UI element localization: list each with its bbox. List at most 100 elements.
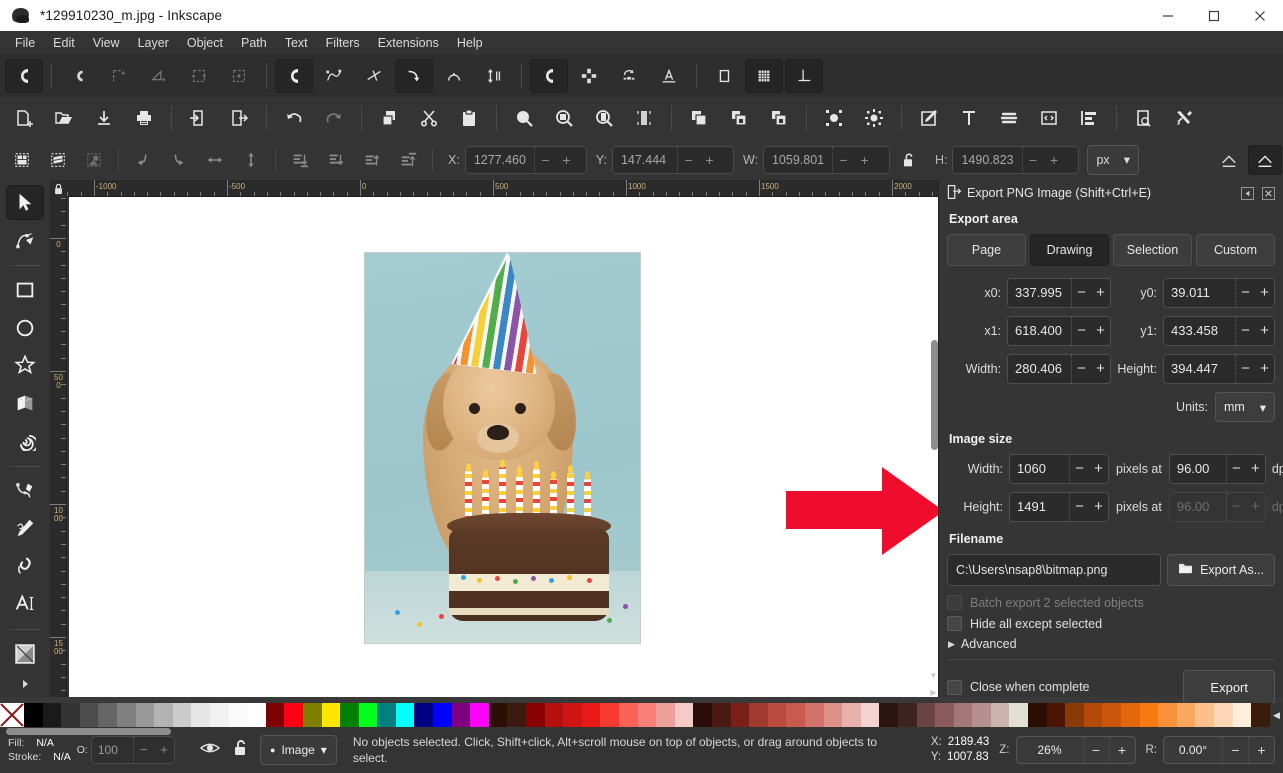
snap-bbox-centers[interactable] bbox=[220, 59, 258, 93]
palette-swatch[interactable] bbox=[358, 703, 378, 727]
palette-swatch[interactable] bbox=[953, 703, 973, 727]
palette-swatch[interactable] bbox=[972, 703, 991, 727]
save-document[interactable] bbox=[85, 101, 123, 135]
opacity-increment[interactable]: + bbox=[154, 737, 174, 763]
y0-decrement[interactable]: − bbox=[1236, 279, 1255, 307]
palette-swatch[interactable] bbox=[897, 703, 917, 727]
palette-swatch[interactable] bbox=[98, 703, 117, 727]
hide-all-except-selected-checkbox[interactable] bbox=[947, 616, 962, 631]
palette-swatch[interactable] bbox=[414, 703, 434, 727]
palette-swatch[interactable] bbox=[1139, 703, 1159, 727]
x0-increment[interactable]: + bbox=[1091, 279, 1110, 307]
box3d-tool[interactable] bbox=[6, 386, 44, 421]
palette-swatch[interactable] bbox=[377, 703, 396, 727]
text-tool-dialog[interactable] bbox=[950, 101, 988, 135]
snap-nodes-paths[interactable] bbox=[275, 58, 313, 93]
x1-field[interactable]: 618.400 − + bbox=[1007, 316, 1111, 346]
flip-vertical[interactable] bbox=[234, 145, 268, 175]
palette-swatch[interactable] bbox=[1214, 703, 1233, 727]
palette-swatch[interactable] bbox=[1083, 703, 1103, 727]
palette-swatch[interactable] bbox=[1028, 703, 1047, 727]
rotation-decrement[interactable]: − bbox=[1222, 737, 1248, 763]
selector-tool[interactable] bbox=[6, 185, 44, 220]
units-dropdown[interactable]: mm ▾ bbox=[1215, 392, 1275, 422]
more-tools-triangle-right-icon[interactable] bbox=[6, 674, 44, 694]
rotate-cw[interactable] bbox=[162, 145, 196, 175]
palette-swatch[interactable] bbox=[507, 703, 527, 727]
rectangle-tool[interactable] bbox=[6, 273, 44, 308]
snap-page-border[interactable] bbox=[705, 59, 743, 93]
opacity-decrement[interactable]: − bbox=[134, 737, 154, 763]
palette-swatch[interactable] bbox=[935, 703, 954, 727]
palette-swatch[interactable] bbox=[135, 703, 155, 727]
palette-swatch[interactable] bbox=[693, 703, 712, 727]
zoom-page-width[interactable] bbox=[625, 101, 663, 135]
scale-stroke-width[interactable] bbox=[1212, 145, 1246, 175]
snap-bounding-boxes[interactable] bbox=[60, 59, 98, 93]
image-width-increment[interactable]: + bbox=[1089, 455, 1108, 483]
palette-swatch[interactable] bbox=[265, 703, 285, 727]
new-document[interactable] bbox=[5, 101, 43, 135]
image-width-decrement[interactable]: − bbox=[1070, 455, 1089, 483]
palette-swatch[interactable] bbox=[656, 703, 675, 727]
menu-view[interactable]: View bbox=[84, 33, 129, 53]
undo[interactable] bbox=[275, 101, 313, 135]
palette-swatch[interactable] bbox=[674, 703, 694, 727]
snap-bbox-edge-midpoints[interactable] bbox=[180, 59, 218, 93]
x-field[interactable]: 1277.460 − + bbox=[464, 145, 587, 174]
palette-swatch[interactable] bbox=[340, 703, 359, 727]
palette-swatch[interactable] bbox=[470, 703, 489, 727]
color-palette[interactable] bbox=[0, 703, 1283, 727]
h-field-increment[interactable]: + bbox=[1044, 147, 1065, 173]
palette-swatch[interactable] bbox=[749, 703, 768, 727]
x1-increment[interactable]: + bbox=[1091, 317, 1110, 345]
palette-swatch[interactable] bbox=[990, 703, 1010, 727]
area-width-increment[interactable]: + bbox=[1091, 355, 1110, 383]
image-width-field[interactable]: 1060 − + bbox=[1009, 454, 1109, 484]
w-field-decrement[interactable]: − bbox=[833, 147, 854, 173]
rotation-field[interactable]: 0.00° − + bbox=[1163, 736, 1275, 764]
area-tab-page[interactable]: Page bbox=[947, 234, 1026, 266]
palette-swatch[interactable] bbox=[823, 703, 843, 727]
palette-swatch[interactable] bbox=[804, 703, 824, 727]
palette-swatch[interactable] bbox=[600, 703, 619, 727]
maximize-icon[interactable] bbox=[1191, 0, 1237, 31]
print-document[interactable] bbox=[125, 101, 163, 135]
eye-icon[interactable] bbox=[199, 740, 221, 761]
bezier-tool[interactable] bbox=[6, 474, 44, 509]
menu-layer[interactable]: Layer bbox=[129, 33, 178, 53]
palette-swatch[interactable] bbox=[767, 703, 787, 727]
lower-to-bottom[interactable] bbox=[283, 145, 317, 175]
y-field[interactable]: 147.444 − + bbox=[611, 145, 734, 174]
enable-snapping[interactable] bbox=[5, 58, 43, 93]
dog-with-party-hat-and-birthday-cake-photo[interactable] bbox=[364, 252, 641, 644]
image-height-decrement[interactable]: − bbox=[1070, 493, 1089, 521]
ungroup[interactable] bbox=[760, 101, 798, 135]
menu-extensions[interactable]: Extensions bbox=[369, 33, 448, 53]
palette-swatch[interactable] bbox=[563, 703, 582, 727]
snap-cusp-nodes[interactable] bbox=[395, 58, 433, 93]
area-height-decrement[interactable]: − bbox=[1236, 355, 1255, 383]
toolbar-units-dropdown[interactable]: px ▾ bbox=[1087, 144, 1139, 175]
text-tool[interactable] bbox=[6, 586, 44, 621]
snap-guides[interactable] bbox=[785, 58, 823, 93]
area-width-decrement[interactable]: − bbox=[1072, 355, 1091, 383]
xml-pen[interactable] bbox=[910, 101, 948, 135]
copy[interactable] bbox=[370, 101, 408, 135]
align-lines[interactable] bbox=[990, 101, 1028, 135]
zoom-page[interactable] bbox=[585, 101, 623, 135]
palette-swatch[interactable] bbox=[42, 703, 62, 727]
palette-swatch[interactable] bbox=[191, 703, 210, 727]
palette-swatch[interactable] bbox=[79, 703, 99, 727]
snap-paths[interactable] bbox=[315, 59, 353, 93]
y1-field[interactable]: 433.458 − + bbox=[1163, 316, 1275, 346]
menu-filters[interactable]: Filters bbox=[317, 33, 369, 53]
red-right-arrow-shape[interactable] bbox=[786, 465, 938, 557]
palette-swatch[interactable] bbox=[1232, 703, 1252, 727]
area-height-field[interactable]: 394.447 − + bbox=[1163, 354, 1275, 384]
canvas-toggle-icon[interactable]: ▶ bbox=[930, 688, 936, 697]
palette-swatch[interactable] bbox=[1121, 703, 1140, 727]
xml-editor[interactable] bbox=[1030, 101, 1068, 135]
zoom-drawing[interactable] bbox=[545, 101, 583, 135]
palette-swatch[interactable] bbox=[1046, 703, 1066, 727]
